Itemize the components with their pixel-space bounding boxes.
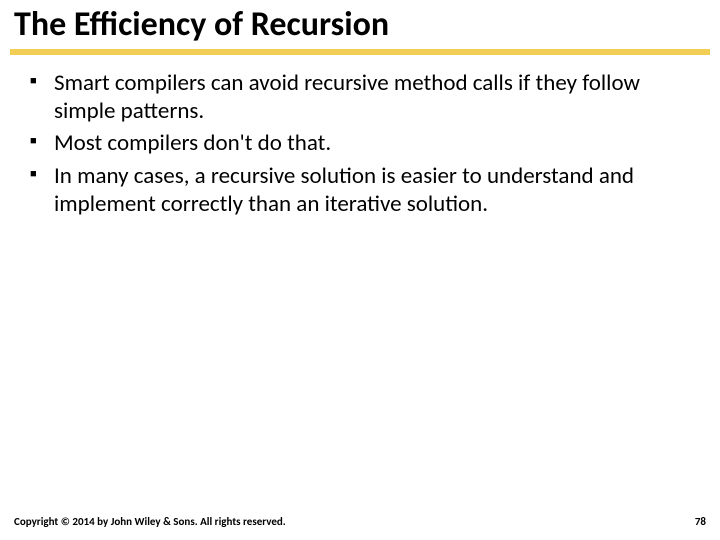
- list-item: Smart compilers can avoid recursive meth…: [28, 69, 680, 125]
- list-item: In many cases, a recursive solution is e…: [28, 162, 680, 218]
- slide-title: The Efficiency of Recursion: [0, 0, 720, 45]
- bullet-list: Smart compilers can avoid recursive meth…: [28, 69, 680, 217]
- slide-body: Smart compilers can avoid recursive meth…: [0, 55, 720, 217]
- footer: Copyright © 2014 by John Wiley & Sons. A…: [14, 515, 706, 528]
- page-number: 78: [695, 515, 706, 528]
- list-item: Most compilers don't do that.: [28, 129, 680, 157]
- slide: The Efficiency of Recursion Smart compil…: [0, 0, 720, 540]
- copyright-text: Copyright © 2014 by John Wiley & Sons. A…: [14, 515, 286, 528]
